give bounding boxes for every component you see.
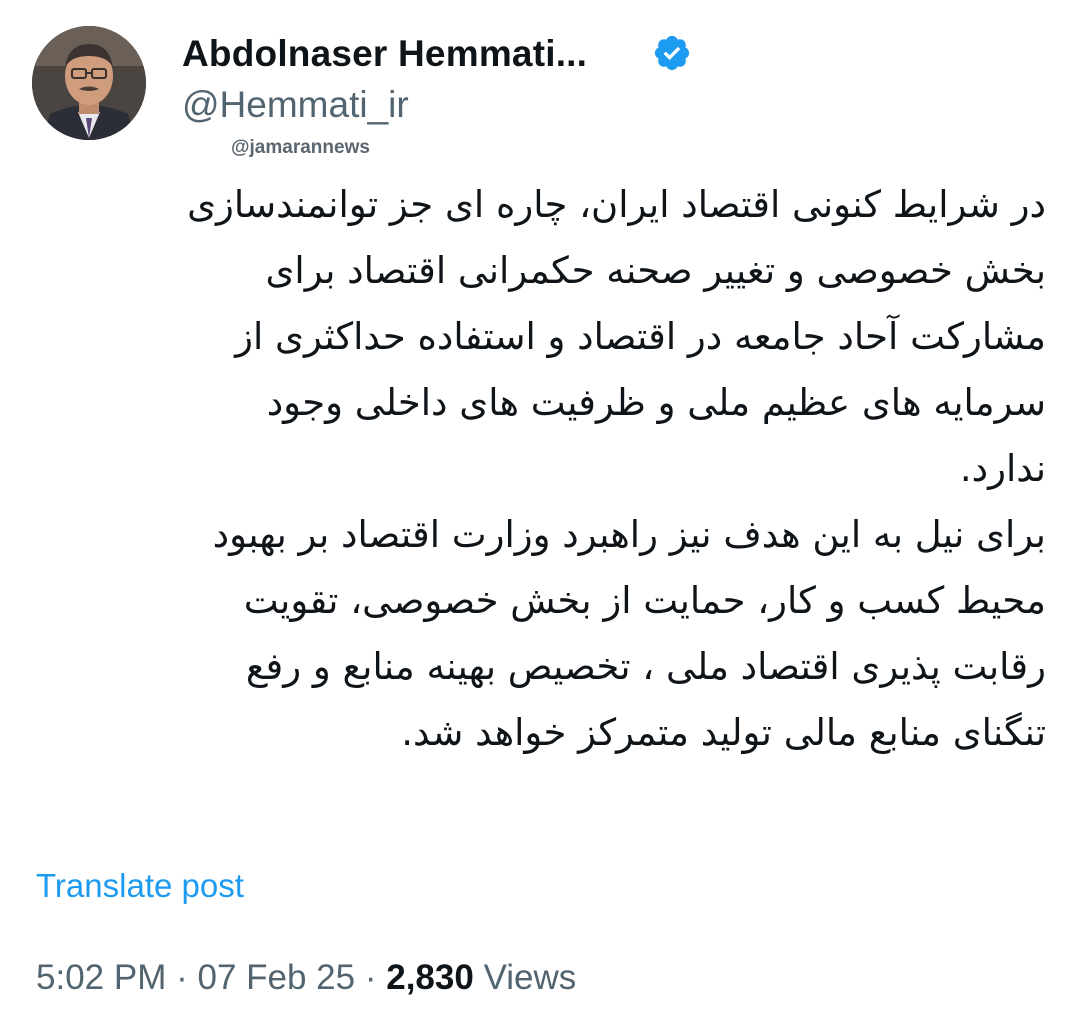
post-text-line: بخش خصوصی و تغییر صحنه حکمرانی اقتصاد بر… (265, 249, 1046, 292)
meta-separator: · (364, 958, 377, 997)
post-text-line: محیط کسب و کار، حمایت از بخش خصوصی، تقوی… (243, 579, 1046, 622)
post-meta: 5:02 PM · 07 Feb 25 · 2,830 Views (36, 958, 576, 998)
post-text: در شرایط کنونی اقتصاد ایران، چاره ای جز … (6, 172, 1046, 766)
post-text-line: در شرایط کنونی اقتصاد ایران، چاره ای جز … (187, 183, 1046, 226)
post-time[interactable]: 5:02 PM (36, 958, 166, 997)
post-text-line: تنگنای منابع مالی تولید متمرکز خواهد شد. (401, 711, 1046, 754)
avatar-image (32, 26, 146, 140)
post-text-line: برای نیل به این هدف نیز راهبرد وزارت اقت… (212, 513, 1046, 556)
post-text-line: مشارکت آحاد جامعه در اقتصاد و استفاده حد… (235, 315, 1046, 358)
post-text-line: ندارد. (959, 447, 1046, 490)
meta-separator: · (176, 958, 188, 997)
views-count: 2,830 (386, 958, 474, 997)
post-text-line: رقابت پذیری اقتصاد ملی ، تخصیص بهینه منا… (245, 645, 1046, 688)
views-label: Views (483, 958, 577, 997)
translate-post-link[interactable]: Translate post (36, 867, 244, 905)
post-card: Abdolnaser Hemmati... @Hemmati_ir @jamar… (0, 0, 1080, 1011)
post-text-line: سرمایه های عظیم ملی و ظرفیت های داخلی وج… (266, 381, 1046, 424)
author-name[interactable]: Abdolnaser Hemmati... (182, 33, 587, 75)
watermark-label: @jamarannews (231, 137, 370, 158)
post-date[interactable]: 07 Feb 25 (197, 958, 355, 997)
avatar[interactable] (32, 26, 146, 140)
verified-badge-icon[interactable] (652, 33, 692, 73)
author-handle[interactable]: @Hemmati_ir (182, 84, 409, 126)
